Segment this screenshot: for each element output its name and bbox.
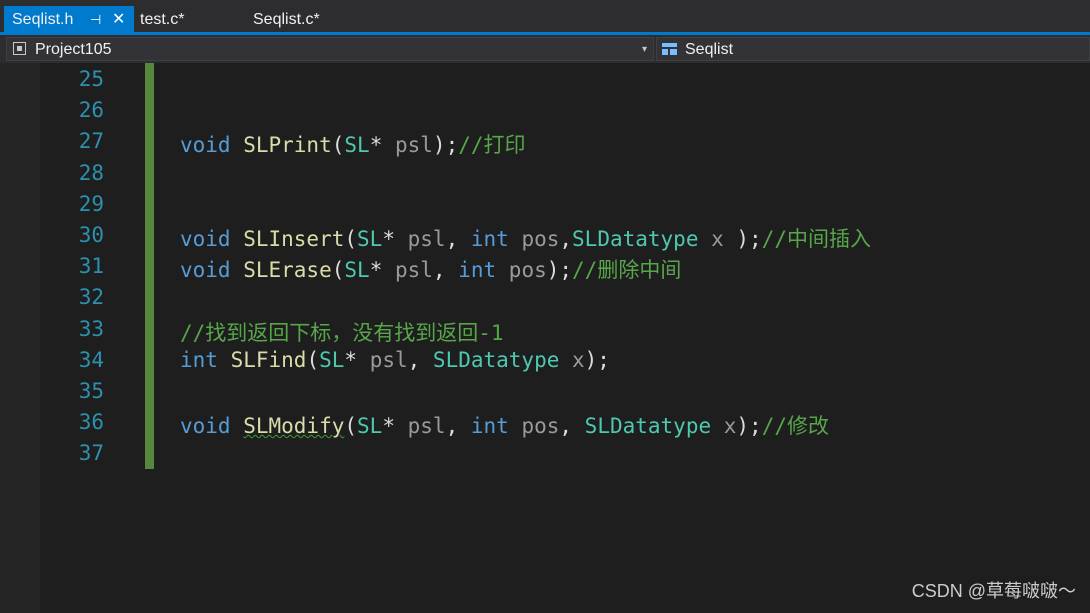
chevron-down-icon[interactable]: ▾	[642, 38, 647, 62]
code-token: SLDatatype	[584, 414, 724, 439]
line-number: 37	[78, 441, 104, 466]
tab-seqlist-h[interactable]: Seqlist.h ⊣ ✕	[4, 6, 134, 34]
watermark: CSDN @草莓啵啵～	[911, 581, 1076, 601]
code-token: x	[572, 347, 585, 372]
code-token: ,	[432, 258, 459, 283]
code-token: (	[331, 133, 345, 158]
code-token: //修改	[761, 414, 829, 439]
code-token: SLDatatype	[572, 227, 712, 251]
code-token: SLInsert	[243, 227, 345, 251]
code-token: );	[736, 414, 762, 439]
code-token: x	[723, 414, 737, 439]
code-token: //中间插入	[761, 227, 871, 251]
line-number: 34	[78, 347, 104, 372]
code-token: SL	[357, 227, 383, 251]
line-number: 28	[78, 160, 104, 185]
line-number: 33	[78, 316, 104, 341]
code-line[interactable]: void SLInsert(SL* psl, int pos,SLDatatyp…	[180, 223, 871, 253]
close-icon[interactable]: ✕	[112, 6, 125, 34]
code-token: (	[306, 347, 320, 372]
line-number: 29	[78, 191, 104, 216]
code-token: ,	[559, 414, 585, 439]
code-token: );	[546, 258, 573, 283]
code-token: SLFind	[230, 347, 307, 372]
code-line[interactable]: void SLPrint(SL* psl);//打印	[180, 129, 526, 159]
code-token: SLDatatype	[432, 347, 572, 372]
change-tracking-bar	[145, 63, 154, 469]
scope-dropdown[interactable]: Seqlist	[656, 37, 1090, 61]
code-token: (	[331, 258, 345, 283]
tab-seqlist-c[interactable]: Seqlist.c*	[253, 6, 320, 34]
code-token: SL	[357, 414, 383, 439]
project-dropdown[interactable]: Project105 ▾	[6, 37, 654, 61]
code-token: void	[180, 414, 244, 439]
tab-label: Seqlist.c*	[253, 11, 320, 28]
line-number: 36	[78, 410, 104, 435]
line-number: 25	[78, 67, 104, 91]
code-token: //找到返回下标，没有找到返回-1	[180, 320, 504, 345]
scope-name: Seqlist	[685, 41, 734, 58]
code-token: SL	[344, 133, 370, 158]
code-token: SLErase	[243, 258, 332, 283]
line-number: 32	[78, 285, 104, 310]
code-line[interactable]: //找到返回下标，没有找到返回-1	[180, 317, 504, 347]
code-token: );	[432, 133, 459, 158]
code-token: (	[344, 414, 358, 439]
pin-icon[interactable]: ⊣	[90, 6, 101, 34]
tab-bar: Seqlist.h ⊣ ✕ test.c* Seqlist.c*	[0, 0, 1090, 35]
code-token: *	[369, 133, 395, 158]
code-token: psl	[407, 414, 446, 439]
code-token: SL	[319, 347, 345, 372]
code-token: int	[470, 227, 522, 251]
code-token: *	[344, 347, 370, 372]
tab-label: Seqlist.h	[12, 11, 74, 28]
code-token: ,	[445, 414, 471, 439]
code-token: SLModify	[243, 414, 345, 439]
code-token: //删除中间	[572, 258, 682, 283]
code-token: void	[180, 258, 244, 283]
line-number: 26	[78, 98, 104, 123]
line-number: 27	[78, 129, 104, 154]
code-token: ,	[445, 227, 471, 251]
code-token: psl	[394, 133, 433, 158]
code-token: psl	[394, 258, 433, 283]
code-line[interactable]: void SLModify(SL* psl, int pos, SLDataty…	[180, 410, 829, 440]
code-token: //打印	[458, 133, 526, 158]
code-token: x	[711, 227, 737, 251]
code-token: psl	[369, 347, 408, 372]
line-number: 31	[78, 254, 104, 279]
code-token: SLPrint	[243, 133, 332, 158]
code-token: int	[458, 258, 509, 283]
navigation-bar: Project105 ▾ Seqlist	[0, 35, 1090, 63]
project-icon	[13, 42, 26, 55]
code-line[interactable]: int SLFind(SL* psl, SLDatatype x);	[180, 348, 610, 372]
tab-test-c[interactable]: test.c*	[140, 6, 184, 34]
code-token: ,	[407, 347, 433, 372]
code-token: pos	[521, 227, 560, 251]
code-token: *	[382, 414, 408, 439]
class-icon	[662, 43, 677, 55]
code-token: pos	[508, 258, 547, 283]
code-line[interactable]: void SLErase(SL* psl, int pos);//删除中间	[180, 254, 681, 284]
project-name: Project105	[35, 41, 112, 58]
code-token: SL	[344, 258, 370, 283]
code-token: void	[180, 133, 244, 158]
code-token: int	[470, 414, 522, 439]
code-token: );	[736, 227, 762, 251]
line-number: 30	[78, 223, 104, 247]
code-token: pos	[521, 414, 560, 439]
code-token: int	[180, 347, 231, 372]
tab-label: test.c*	[140, 11, 185, 28]
code-token: *	[369, 258, 395, 283]
code-token: );	[584, 347, 610, 372]
code-token: ,	[559, 227, 573, 251]
code-token: *	[382, 227, 408, 251]
code-token: void	[180, 227, 244, 251]
code-token: psl	[407, 227, 446, 251]
editor-left-margin	[0, 63, 40, 613]
code-token: (	[344, 227, 358, 251]
line-number: 35	[78, 379, 104, 403]
